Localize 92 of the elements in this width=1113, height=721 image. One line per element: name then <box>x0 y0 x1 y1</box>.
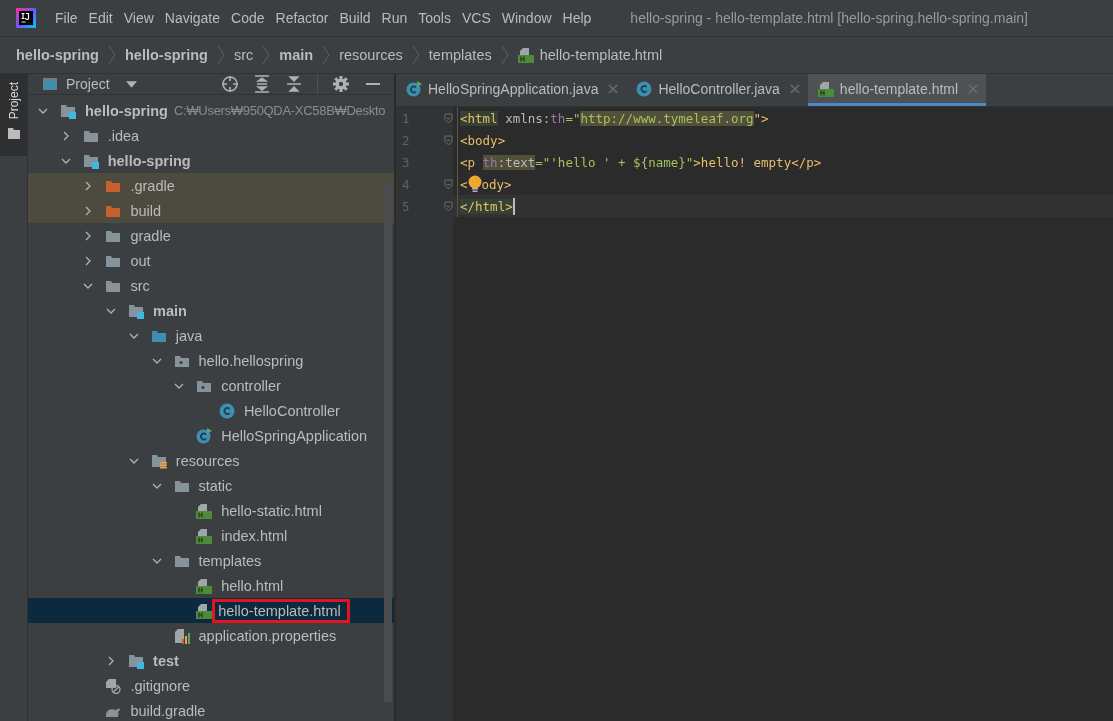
menu-item[interactable]: VCS <box>461 10 491 26</box>
menu-item[interactable]: File <box>55 10 78 26</box>
class-icon <box>406 80 422 97</box>
ignore-file-icon <box>105 677 122 694</box>
tree-item[interactable]: hello-spring <box>28 148 394 173</box>
tree-item[interactable]: static <box>28 473 394 498</box>
tree-item[interactable]: gradle <box>28 223 394 248</box>
breadcrumb-item[interactable]: hello-spring <box>16 47 99 63</box>
tree-item[interactable]: hello-spring C:₩Users₩950QDA-XC58B₩Deskto <box>28 98 394 123</box>
tree-item[interactable]: HelloSpringApplication <box>28 423 394 448</box>
breadcrumb-item[interactable]: main <box>279 47 314 63</box>
project-tool-tab[interactable]: Project <box>0 74 27 156</box>
menu-item[interactable]: Window <box>501 10 552 26</box>
html-file-icon <box>196 502 213 519</box>
chevron-right-icon <box>216 45 225 65</box>
code-line: <body> <box>459 132 506 148</box>
html-file-icon <box>517 47 534 63</box>
editor-tab[interactable]: HelloSpringApplication.java <box>396 74 627 106</box>
tree-item[interactable]: templates <box>28 548 394 573</box>
view-dropdown[interactable]: Project <box>42 76 137 92</box>
code-line: <p th:text="'hello ' + ${name}">hello! empty</p> <box>459 154 822 170</box>
breadcrumb-item[interactable]: hello-spring <box>125 47 208 63</box>
tree-item[interactable]: build <box>28 198 394 223</box>
menu-item[interactable]: Help <box>562 10 592 26</box>
code-line: < ody> <box>459 175 512 193</box>
module-folder-icon <box>128 652 145 669</box>
breadcrumb-item[interactable]: templates <box>428 47 492 63</box>
class-icon <box>218 402 235 419</box>
lightbulb-icon[interactable] <box>467 175 482 193</box>
breadcrumb-item[interactable]: src <box>233 47 254 63</box>
html-file-icon <box>196 577 213 594</box>
resources-folder-icon <box>150 452 167 469</box>
fold-marker-icon[interactable] <box>444 134 453 146</box>
tree-item[interactable]: build.gradle <box>28 698 394 721</box>
tree-item[interactable]: hello-static.html <box>28 498 394 523</box>
menu-item[interactable]: Navigate <box>164 10 221 26</box>
menu-item[interactable]: Edit <box>88 10 113 26</box>
html-file-icon <box>817 80 834 97</box>
expand-all-icon[interactable] <box>253 75 271 93</box>
menu-item[interactable]: View <box>123 10 154 26</box>
module-folder-icon <box>128 302 145 319</box>
tree-item[interactable]: main <box>28 298 394 323</box>
module-folder-icon <box>60 102 76 119</box>
scrollbar[interactable] <box>384 182 392 702</box>
tree-item[interactable]: test <box>28 648 394 673</box>
class-icon <box>636 80 653 97</box>
tree-item[interactable]: hello.html <box>28 573 394 598</box>
html-file-icon <box>196 602 213 619</box>
editor-tab[interactable]: HelloController.java <box>626 74 808 106</box>
tree-item[interactable]: application.properties <box>28 623 394 648</box>
tree-item[interactable]: src <box>28 273 394 298</box>
breadcrumb-item[interactable]: resources <box>339 47 403 63</box>
tree-item[interactable]: resources <box>28 448 394 473</box>
properties-file-icon <box>173 627 190 644</box>
collapse-all-icon[interactable] <box>285 75 303 93</box>
menu-item[interactable]: Build <box>339 10 371 26</box>
menu-item[interactable]: Run <box>381 10 408 26</box>
chevron-right-icon <box>322 45 331 65</box>
menu-item[interactable]: Refactor <box>275 10 329 26</box>
code-line: <html xmlns:th="http://www.tymeleaf.org"> <box>459 110 769 126</box>
breadcrumb-item[interactable]: hello-template.html <box>539 47 663 63</box>
fold-marker-icon[interactable] <box>444 178 453 190</box>
menu-item[interactable]: Code <box>231 10 265 26</box>
project-path: C:₩Users₩950QDA-XC58B₩Deskto <box>174 103 386 118</box>
tree-item[interactable]: .gradle <box>28 173 394 198</box>
app-logo-icon <box>16 8 36 28</box>
folder-icon <box>5 125 22 142</box>
locate-icon[interactable] <box>221 75 239 93</box>
window-icon <box>42 76 58 92</box>
menu-item[interactable]: Tools <box>418 10 451 26</box>
tree-item[interactable]: HelloController <box>28 398 394 423</box>
chevron-right-icon <box>262 45 271 65</box>
class-icon <box>196 427 213 444</box>
fold-marker-icon[interactable] <box>444 200 453 212</box>
tree-item[interactable]: hello-template.html <box>28 598 394 623</box>
tree-item[interactable]: .gitignore <box>28 673 394 698</box>
chevron-right-icon <box>108 45 116 65</box>
tree-item[interactable]: java <box>28 323 394 348</box>
tree-item[interactable]: index.html <box>28 523 394 548</box>
module-folder-icon <box>82 152 99 169</box>
tree-item[interactable]: hello.hellospring <box>28 348 394 373</box>
fold-marker-icon[interactable] <box>444 112 453 124</box>
tree-item[interactable]: out <box>28 248 394 273</box>
chevron-right-icon <box>500 45 509 65</box>
html-file-icon <box>196 527 213 544</box>
window-title: hello-spring - hello-template.html [hello-spring.hello-spring.main] <box>630 10 1028 26</box>
settings-icon[interactable] <box>332 75 350 93</box>
editor-tab[interactable]: hello-template.html <box>807 74 987 106</box>
tree-item[interactable]: controller <box>28 373 394 398</box>
tree-item[interactable]: .idea <box>28 123 394 148</box>
dropdown-arrow-icon <box>125 80 137 88</box>
chevron-right-icon <box>411 45 420 65</box>
